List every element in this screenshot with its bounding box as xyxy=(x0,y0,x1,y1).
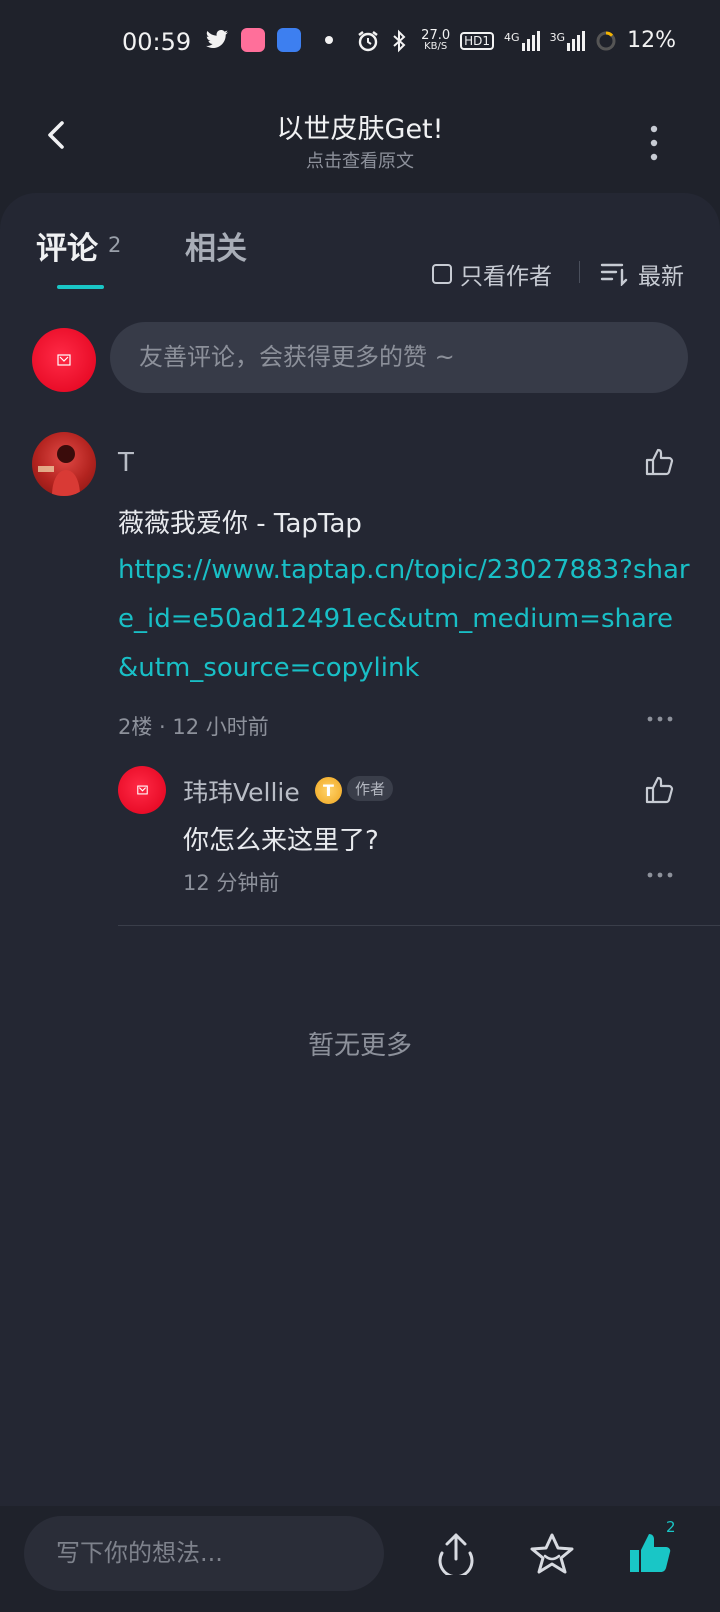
author-tag: 作者 xyxy=(347,776,394,801)
tab-bar: 评论 2 相关 只看作者 最新 xyxy=(0,223,720,293)
thoughts-input[interactable]: 写下你的想法... xyxy=(24,1516,384,1591)
tab-related[interactable]: 相关 xyxy=(185,223,247,268)
signal-4g: 4G xyxy=(504,30,540,51)
avatar[interactable] xyxy=(32,432,96,496)
status-time: 00:59 xyxy=(122,28,192,56)
author-only-checkbox[interactable] xyxy=(432,264,452,284)
avatar-logo-icon xyxy=(136,785,148,795)
status-bar: 00:59 27.0 KB/S HD1 4G 3G 12% xyxy=(122,27,676,56)
favorite-star-icon[interactable] xyxy=(529,1531,575,1577)
like-filled-icon[interactable] xyxy=(627,1530,673,1576)
comments-sheet: 评论 2 相关 只看作者 最新 友善评论，会获得更多的赞 ~ T 薇薇我爱你 -… xyxy=(0,193,720,1612)
bottom-bar: 写下你的想法... 2 xyxy=(0,1506,720,1612)
user-photo-icon xyxy=(38,445,80,496)
page-title[interactable]: 以世皮肤Get! xyxy=(0,107,720,146)
tab-comments[interactable]: 评论 xyxy=(36,223,98,268)
bluetooth-icon xyxy=(393,29,406,52)
comment-link[interactable]: https://www.taptap.cn/topic/23027883?sha… xyxy=(118,546,690,693)
divider xyxy=(579,261,580,283)
alarm-icon xyxy=(358,30,378,51)
sort-icon xyxy=(600,263,628,286)
comments-count: 2 xyxy=(108,233,122,257)
like-count: 2 xyxy=(666,1518,676,1536)
level-badge: T xyxy=(315,777,342,804)
like-icon[interactable] xyxy=(643,774,675,806)
sort-button[interactable]: 最新 xyxy=(600,257,684,291)
avatar-logo-icon xyxy=(57,354,71,366)
reply-time: 12 分钟前 xyxy=(183,871,280,895)
reply-text: 你怎么来这里了? xyxy=(183,826,379,856)
view-original-link[interactable]: 点击查看原文 xyxy=(0,147,720,173)
notification-dot xyxy=(325,36,333,44)
app-icon-blue xyxy=(277,28,301,52)
battery-ring-icon xyxy=(596,31,616,50)
signal-3g: 3G xyxy=(550,30,586,51)
active-tab-indicator xyxy=(57,285,104,289)
top-bar: 以世皮肤Get! 点击查看原文 xyxy=(0,95,720,185)
my-avatar[interactable] xyxy=(32,328,96,392)
battery-percent: 12% xyxy=(627,28,676,53)
comment-input[interactable]: 友善评论，会获得更多的赞 ~ xyxy=(110,322,688,393)
more-options-icon[interactable] xyxy=(648,123,660,163)
author-only-toggle[interactable]: 只看作者 xyxy=(432,257,552,291)
app-icon-pink xyxy=(241,28,265,52)
reply-avatar[interactable] xyxy=(118,766,166,814)
comment-author[interactable]: T xyxy=(118,448,134,478)
twitter-icon xyxy=(206,29,228,48)
comment-text: 薇薇我爱你 - TapTap xyxy=(118,509,362,539)
comment-meta: 2楼 · 12 小时前 xyxy=(118,715,269,739)
comment-more-icon[interactable] xyxy=(646,715,674,723)
like-icon[interactable] xyxy=(643,446,675,478)
share-icon[interactable] xyxy=(434,1531,478,1575)
reply-more-icon[interactable] xyxy=(646,871,674,879)
hd-indicator: HD1 xyxy=(460,31,495,50)
reply-author[interactable]: 玮玮Vellie xyxy=(183,773,300,809)
no-more-label: 暂无更多 xyxy=(307,1031,412,1061)
divider xyxy=(118,925,720,926)
